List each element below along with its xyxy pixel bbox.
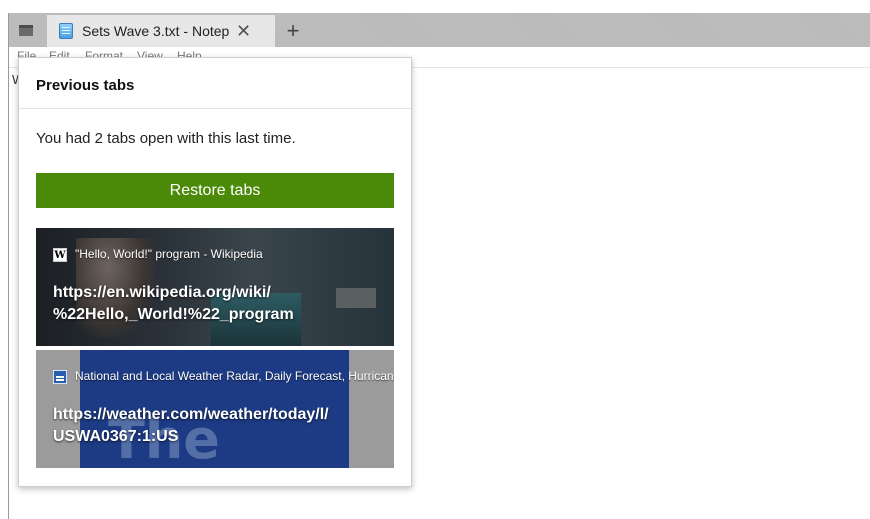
card-url-line: https://en.wikipedia.org/wiki/: [53, 284, 271, 301]
tabs-icon: [19, 24, 33, 36]
card-url-line: %22Hello,_World!%22_program: [53, 306, 294, 323]
popup-message: You had 2 tabs open with this last time.: [36, 130, 296, 147]
new-tab-button[interactable]: +: [278, 15, 308, 47]
tab-notepad[interactable]: Sets Wave 3.txt - Notepad ✕: [47, 15, 275, 47]
tab-bar: Sets Wave 3.txt - Notepad ✕ +: [9, 13, 870, 47]
card-url: https://weather.com/weather/today/l/ USW…: [53, 404, 383, 448]
set-aside-tabs-button[interactable]: [9, 13, 43, 47]
close-icon[interactable]: ✕: [236, 22, 251, 40]
card-url: https://en.wikipedia.org/wiki/ %22Hello,…: [53, 282, 383, 326]
card-title: National and Local Weather Radar, Daily …: [75, 369, 394, 383]
card-url-line: USWA0367:1:US: [53, 428, 179, 445]
tab-title: Sets Wave 3.txt - Notepad: [82, 23, 230, 39]
card-title: "Hello, World!" program - Wikipedia: [75, 247, 263, 261]
previous-tab-card-wikipedia[interactable]: W "Hello, World!" program - Wikipedia ht…: [36, 228, 394, 346]
wikipedia-icon: W: [53, 248, 67, 262]
card-url-line: https://weather.com/weather/today/l/: [53, 406, 329, 423]
previous-tab-card-weather[interactable]: The National and Local Weather Radar, Da…: [36, 350, 394, 468]
notepad-icon: [59, 23, 73, 39]
divider: [19, 108, 411, 109]
popup-title: Previous tabs: [36, 77, 135, 94]
previous-tabs-popup: Previous tabs You had 2 tabs open with t…: [18, 57, 412, 487]
restore-tabs-button[interactable]: Restore tabs: [36, 173, 394, 208]
window-edge: [8, 13, 9, 519]
weather-channel-icon: [53, 370, 67, 384]
